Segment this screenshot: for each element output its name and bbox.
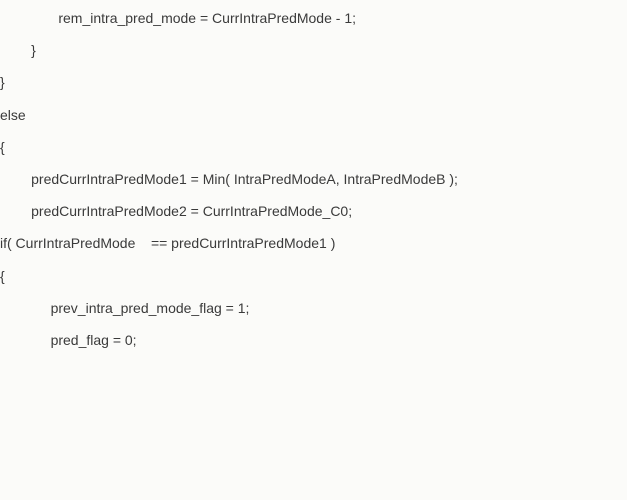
code-line: { xyxy=(0,131,627,163)
code-line: else xyxy=(0,99,627,131)
code-line: } xyxy=(0,34,627,66)
code-line: if( CurrIntraPredMode == predCurrIntraPr… xyxy=(0,227,627,259)
code-block: rem_intra_pred_mode = CurrIntraPredMode … xyxy=(0,0,627,356)
code-line: prev_intra_pred_mode_flag = 1; xyxy=(0,292,627,324)
code-line: } xyxy=(0,66,627,98)
code-line: pred_flag = 0; xyxy=(0,324,627,356)
code-line: { xyxy=(0,260,627,292)
code-line: rem_intra_pred_mode = CurrIntraPredMode … xyxy=(0,2,627,34)
code-line: predCurrIntraPredMode2 = CurrIntraPredMo… xyxy=(0,195,627,227)
code-line: predCurrIntraPredMode1 = Min( IntraPredM… xyxy=(0,163,627,195)
